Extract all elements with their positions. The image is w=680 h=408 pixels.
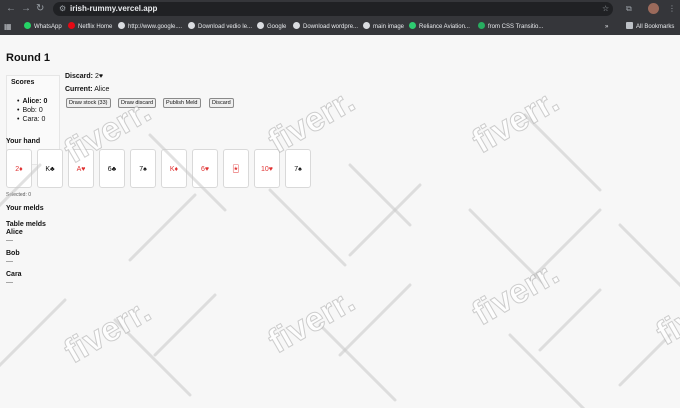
bookmark-netflix[interactable]: Netflix Home (68, 21, 112, 33)
apps-grid-icon[interactable]: ▦ (4, 21, 12, 32)
discard-info: Discard: 2♥ (65, 73, 104, 80)
bookmark-star-icon[interactable]: ☆ (602, 3, 609, 15)
site-info-icon[interactable]: ⚙ (59, 3, 66, 15)
hand-card[interactable]: 7♠ (130, 149, 156, 188)
address-bar[interactable]: ⚙ irish-rummy.vercel.app (53, 2, 613, 16)
your-melds-title: Your melds (6, 205, 44, 212)
hand-card[interactable]: K♣ (37, 149, 63, 188)
score-cara: Cara: 0 (17, 115, 45, 124)
score-alice: Alice: 0 (17, 97, 47, 106)
globe-icon (363, 22, 370, 29)
discard-top-card: 2♥ (94, 73, 104, 80)
draw-discard-button[interactable]: Draw discard (118, 98, 157, 108)
globe-icon (293, 22, 300, 29)
scores-heading: Scores (11, 79, 35, 86)
globe-icon (188, 22, 195, 29)
menu-kebab-icon[interactable]: ⋮ (668, 3, 676, 15)
url-text[interactable]: irish-rummy.vercel.app (70, 2, 157, 16)
w-logo-icon (478, 22, 485, 29)
table-player-bob: Bob (6, 250, 20, 257)
reload-icon[interactable]: ↻ (36, 2, 44, 16)
forward-icon[interactable]: → (21, 2, 31, 16)
bookmarks-overflow-button[interactable]: » (605, 21, 608, 33)
bookmarks-bar: ▦ WhatsApp Netflix Home http://www.googl… (0, 18, 680, 35)
current-player-name: Alice (94, 86, 110, 93)
selected-count: Selected: 0 (6, 192, 32, 198)
globe-icon (257, 22, 264, 29)
bookmark-google-url[interactable]: http://www.google.... (118, 21, 182, 33)
publish-meld-button[interactable]: Publish Meld (163, 98, 201, 108)
profile-avatar[interactable] (648, 3, 659, 14)
globe-icon (118, 22, 125, 29)
draw-stock-button[interactable]: Draw stock (33) (66, 98, 111, 108)
hand-card[interactable]: 10♥ (254, 149, 280, 188)
browser-chrome: ← → ↻ ⚙ irish-rummy.vercel.app ☆ ⧉ ⋮ ▦ W… (0, 0, 680, 35)
folder-icon (626, 22, 633, 29)
hand-card[interactable]: 7♠ (285, 149, 311, 188)
table-player-cara: Cara (6, 271, 22, 278)
game-page: Round 1 Scores Alice: 0 Bob: 0 Cara: 0 D… (0, 35, 680, 408)
score-bob: Bob: 0 (17, 106, 42, 115)
table-melds-bob: — (6, 258, 13, 265)
table-melds-alice: — (6, 237, 13, 244)
back-icon[interactable]: ← (6, 2, 16, 16)
bookmark-reliance-aviation[interactable]: Reliance Aviation... (409, 21, 470, 33)
bookmark-download-video[interactable]: Download vedio le... (188, 21, 252, 33)
bookmark-download-wordpress[interactable]: Download wordpre... (293, 21, 358, 33)
current-player-info: Current: Alice (65, 86, 110, 93)
bookmark-css-transitions[interactable]: from CSS Transitio... (478, 21, 543, 33)
round-title: Round 1 (6, 52, 50, 64)
extensions-icon[interactable]: ⧉ (626, 3, 632, 15)
hand-card[interactable]: 2♦ (6, 149, 32, 188)
hand-card[interactable]: 🃏 (223, 149, 249, 188)
hand-card[interactable]: K♦ (161, 149, 187, 188)
hand-card[interactable]: 6♥ (192, 149, 218, 188)
browser-toolbar: ← → ↻ ⚙ irish-rummy.vercel.app ☆ ⧉ ⋮ (0, 0, 680, 18)
table-melds-cara: — (6, 279, 13, 286)
bookmark-whatsapp[interactable]: WhatsApp (24, 21, 62, 33)
hand-title: Your hand (6, 138, 41, 145)
table-player-alice: Alice (6, 229, 23, 236)
all-bookmarks-button[interactable]: All Bookmarks (626, 21, 674, 33)
bookmark-google[interactable]: Google (257, 21, 286, 33)
bookmark-main-image[interactable]: main image (363, 21, 404, 33)
netflix-icon (68, 22, 75, 29)
hand-card[interactable]: 6♣ (99, 149, 125, 188)
reliance-icon (409, 22, 416, 29)
discard-button[interactable]: Discard (209, 98, 234, 108)
table-melds-title: Table melds (6, 221, 46, 228)
whatsapp-icon (24, 22, 31, 29)
hand-card[interactable]: A♥ (68, 149, 94, 188)
